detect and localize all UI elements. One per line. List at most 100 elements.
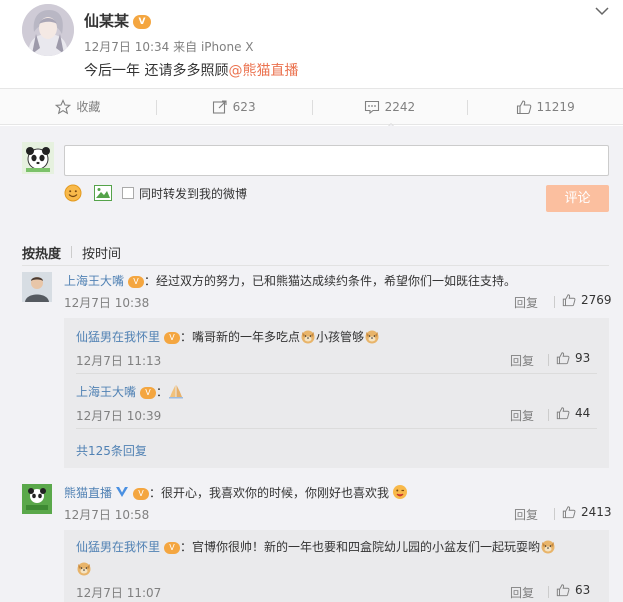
commenter-name[interactable]: 熊猫直播 [64, 486, 112, 500]
sub-comment-time: 12月7日 11:13 [76, 354, 162, 368]
commenter-name[interactable]: 上海王大嘴 [64, 274, 124, 288]
tab-sort-hot[interactable]: 按热度 [22, 243, 61, 262]
vip-badge-icon: V [133, 487, 150, 500]
sort-divider [71, 246, 73, 258]
sub-comment-item: 上海王大嘴 V： 12月7日 10:39 回复 44 [76, 383, 597, 423]
comment-line: 上海王大嘴 V ：经过双方的努力，已和熊猫达成续约条件，希望你们一如既往支持。 [64, 272, 516, 289]
repost-button[interactable]: 623 [155, 89, 312, 124]
comment-item: 上海王大嘴 V ：经过双方的努力，已和熊猫达成续约条件，希望你们一如既往支持。 12… [22, 272, 612, 312]
divider [554, 508, 555, 520]
divider [548, 586, 549, 598]
divider [554, 296, 555, 308]
repost-count: 623 [232, 99, 256, 114]
sub-comment-time: 12月7日 10:39 [76, 409, 162, 423]
comment-input[interactable] [64, 145, 609, 176]
commenter-avatar[interactable] [22, 484, 52, 514]
comments-panel: 同时转发到我的微博 评论 按热度 按时间 上海王大嘴 V ：经过双方的努力，已和熊猫… [0, 126, 623, 602]
comment-count: 2242 [384, 99, 416, 114]
comment-like-count: 93 [575, 351, 591, 365]
thumbs-up-icon [556, 407, 570, 420]
like-button[interactable]: 11219 [467, 89, 623, 124]
post-meta: 12月7日 10:34 来自 iPhone X [84, 38, 254, 55]
post-source: 来自 iPhone X [173, 40, 254, 54]
thumbs-up-icon [562, 294, 576, 307]
reply-button[interactable]: 回复 [514, 294, 538, 311]
like-count: 11219 [536, 99, 575, 114]
post-body: 今后一年 还请多多照顾 [84, 63, 229, 79]
reply-button[interactable]: 回复 [510, 407, 534, 424]
comment-button[interactable]: 2242 [311, 89, 468, 124]
comment-like-button[interactable]: 93 [556, 351, 590, 365]
divider [76, 428, 597, 429]
repost-checkbox-label[interactable]: 同时转发到我的微博 [139, 185, 247, 202]
sub-comment-item: 仙猛男在我怀里 V ：官博你很帅！新的一年也要和四盒院幼儿园的小盆友们一起玩耍哟 1… [76, 538, 597, 601]
doge-emoji-icon [541, 540, 555, 554]
action-bar: 收藏 623 2242 11219 [0, 88, 623, 125]
post-text: 今后一年 还请多多照顾@熊猫直播 [84, 60, 298, 80]
sub-comment-text: ：嘴哥新的一年多吃点 [180, 330, 301, 344]
doge-emoji-icon [365, 330, 379, 344]
repost-checkbox[interactable] [122, 187, 134, 199]
tab-sort-time[interactable]: 按时间 [82, 243, 121, 262]
reply-button[interactable]: 回复 [514, 506, 538, 523]
thumbs-up-icon [556, 584, 570, 597]
star-icon [55, 98, 72, 114]
divider [76, 373, 597, 374]
favorite-button[interactable]: 收藏 [0, 89, 156, 124]
author-name-text[interactable]: 仙某某 [84, 12, 129, 30]
image-icon[interactable] [94, 185, 112, 201]
sub-comments: 仙猛男在我怀里 V ：嘴哥新的一年多吃点 小孩管够 12月7日 11:13 回复 93… [64, 318, 609, 468]
chevron-down-icon[interactable] [595, 4, 609, 20]
mention-link[interactable]: @熊猫直播 [228, 63, 298, 79]
vip-badge-icon: V [140, 386, 157, 399]
my-avatar[interactable] [22, 142, 54, 174]
composer-tools: 同时转发到我的微博 [64, 182, 247, 204]
commenter-name[interactable]: 上海王大嘴 [76, 385, 136, 399]
pray-emoji-icon [169, 385, 184, 399]
author-avatar[interactable] [22, 4, 74, 56]
reply-button[interactable]: 回复 [510, 584, 534, 601]
sub-comment-line: 仙猛男在我怀里 V ：官博你很帅！新的一年也要和四盒院幼儿园的小盆友们一起玩耍哟 [76, 538, 556, 555]
comment-time: 12月7日 10:38 [64, 296, 150, 310]
comment-like-button[interactable]: 2769 [562, 293, 612, 307]
reply-button[interactable]: 回复 [510, 352, 534, 369]
comment-time: 12月7日 10:58 [64, 508, 150, 522]
submit-comment-button[interactable]: 评论 [546, 185, 609, 212]
comment-like-count: 2769 [581, 293, 612, 307]
doge-emoji-icon [77, 562, 91, 576]
author-name[interactable]: 仙某某 V [84, 10, 152, 31]
divider [548, 354, 549, 366]
emoji-icon[interactable] [64, 184, 82, 202]
weibo-post: 仙某某 V 12月7日 10:34 来自 iPhone X 今后一年 还请多多照顾… [0, 0, 623, 88]
commenter-name[interactable]: 仙猛男在我怀里 [76, 540, 160, 554]
sub-comment-text-2: 小孩管够 [316, 330, 365, 344]
comment-item: 熊猫直播 V ：很开心，我喜欢你的时候，你刚好也喜欢我 12月7日 10:58 回复… [22, 484, 612, 524]
more-replies-link[interactable]: 共125条回复 [76, 442, 147, 459]
sub-comments: 仙猛男在我怀里 V ：官博你很帅！新的一年也要和四盒院幼儿园的小盆友们一起玩耍哟 1… [64, 530, 609, 602]
thumbs-up-icon [516, 99, 531, 114]
favorite-label: 收藏 [76, 100, 101, 114]
sub-comment-line: 仙猛男在我怀里 V ：嘴哥新的一年多吃点 小孩管够 [76, 328, 380, 345]
comment-like-button[interactable]: 63 [556, 583, 590, 597]
commenter-name[interactable]: 仙猛男在我怀里 [76, 330, 160, 344]
repost-icon [212, 99, 227, 114]
thumbs-up-icon [556, 352, 570, 365]
vip-badge-icon: V [133, 14, 152, 29]
commenter-avatar[interactable] [22, 272, 52, 302]
divider [22, 265, 609, 266]
wink-emoji-icon [393, 485, 408, 499]
sub-comment-text: ： [156, 385, 169, 399]
comment-like-count: 44 [575, 406, 591, 420]
vip-badge-icon: V [164, 541, 181, 554]
sub-comment-line: 上海王大嘴 V： [76, 383, 184, 400]
comment-like-button[interactable]: 2413 [562, 505, 612, 519]
comment-text: ：很开心，我喜欢你的时候，你刚好也喜欢我 [149, 486, 390, 500]
comment-line: 熊猫直播 V ：很开心，我喜欢你的时候，你刚好也喜欢我 [64, 484, 408, 501]
vip-badge-icon: V [128, 275, 145, 288]
comment-like-button[interactable]: 44 [556, 406, 590, 420]
post-time[interactable]: 12月7日 10:34 [84, 40, 169, 54]
sub-comment-time: 12月7日 11:07 [76, 586, 162, 600]
comment-text: ：经过双方的努力，已和熊猫达成续约条件，希望你们一如既往支持。 [144, 274, 517, 288]
sub-comment-text: ：官博你很帅！新的一年也要和四盒院幼儿园的小盆友们一起玩耍哟 [180, 540, 541, 554]
vip-badge-icon: V [164, 331, 181, 344]
